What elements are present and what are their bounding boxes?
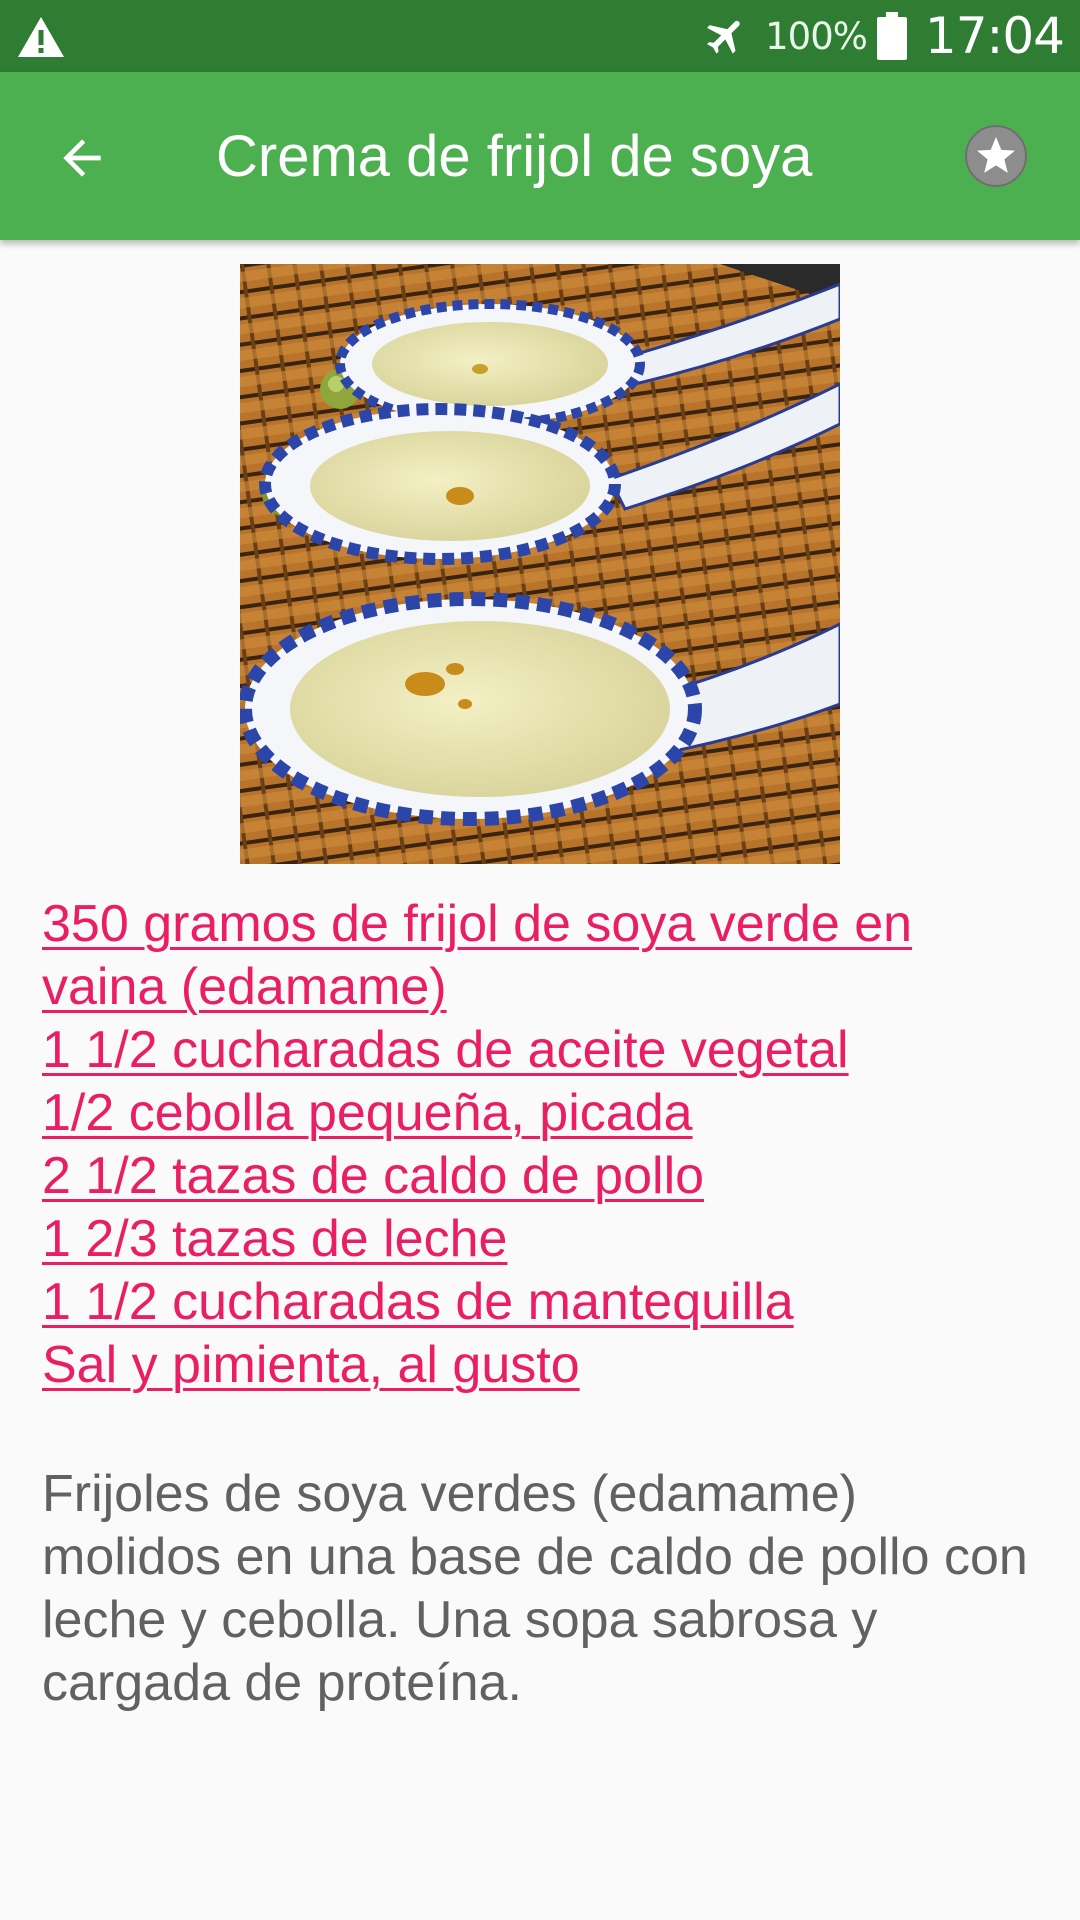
back-button[interactable] (40, 116, 124, 200)
soup-spoons-photo (240, 264, 840, 864)
status-time: 17:04 (924, 7, 1065, 65)
ingredients-list: 350 gramos de frijol de soya verde en va… (42, 893, 1042, 1397)
page-title: Crema de frijol de soya (216, 124, 813, 189)
battery-percentage: 100% (765, 14, 868, 58)
app-bar: Crema de frijol de soya (0, 72, 1080, 240)
status-right-group: 100% 17:04 (703, 0, 1065, 72)
ingredient-link[interactable]: 350 gramos de frijol de soya verde en va… (42, 893, 1042, 1019)
warning-icon (18, 17, 64, 57)
recipe-image (240, 264, 840, 864)
ingredient-link[interactable]: 1 1/2 cucharadas de aceite vegetal (42, 1019, 1042, 1082)
status-bar: 100% 17:04 (0, 0, 1080, 72)
battery-icon (876, 12, 907, 60)
ingredient-link[interactable]: 1 1/2 cucharadas de mantequilla (42, 1271, 1042, 1334)
ingredient-link[interactable]: Sal y pimienta, al gusto (42, 1334, 1042, 1397)
ingredient-link[interactable]: 2 1/2 tazas de caldo de pollo (42, 1145, 1042, 1208)
favorite-button[interactable] (964, 124, 1028, 188)
star-icon (965, 125, 1027, 187)
recipe-description: Frijoles de soya verdes (edamame) molido… (42, 1465, 1028, 1712)
arrow-back-icon (63, 139, 101, 177)
airplane-mode-icon (707, 20, 740, 54)
ingredient-link[interactable]: 1 2/3 tazas de leche (42, 1208, 1042, 1271)
ingredient-link[interactable]: 1/2 cebolla pequeña, picada (42, 1082, 1042, 1145)
